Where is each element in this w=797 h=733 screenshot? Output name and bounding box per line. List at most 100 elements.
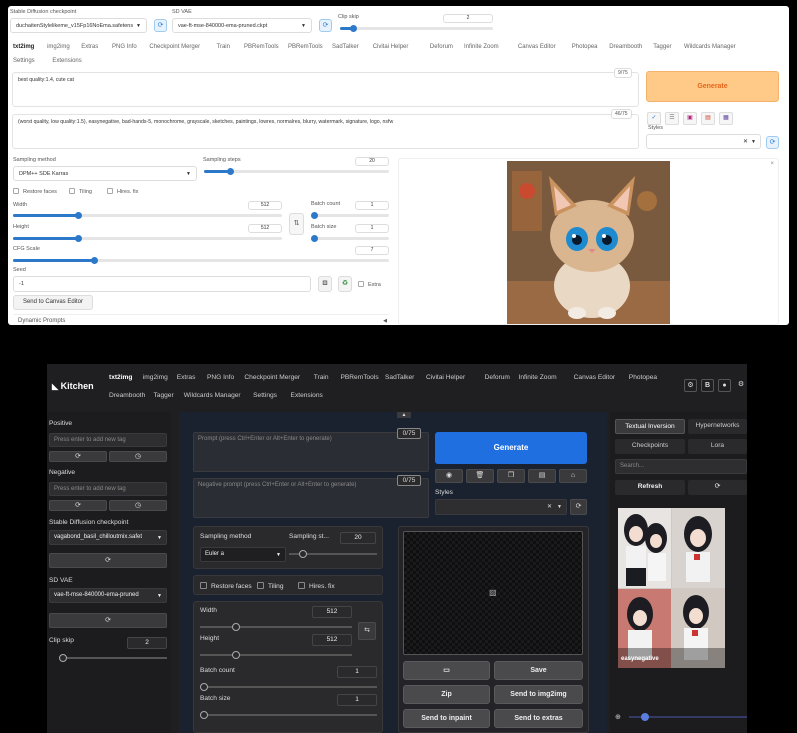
- batch-count-slider[interactable]: [311, 212, 389, 219]
- refresh-positive-button[interactable]: ⟳: [49, 451, 107, 462]
- refresh-button[interactable]: Refresh: [615, 480, 685, 495]
- batch-size-input[interactable]: 1: [355, 224, 389, 233]
- checkpoint-dropdown[interactable]: vagabond_basil_chilloutmix.safet ▼: [49, 530, 167, 545]
- tab-wildcards-manager[interactable]: Wildcards Manager: [684, 44, 736, 50]
- dark-tab-photopea[interactable]: Photopea: [629, 374, 657, 381]
- apply-style-button[interactable]: ▤: [701, 112, 715, 125]
- dark-tab-train[interactable]: Train: [314, 374, 329, 381]
- refresh-styles-button[interactable]: ⟳: [570, 499, 587, 515]
- output-image-placeholder[interactable]: ▨: [403, 531, 583, 655]
- sampling-steps-slider[interactable]: [289, 550, 377, 558]
- dark-tab-img2img[interactable]: img2img: [143, 374, 168, 381]
- trash-button[interactable]: ☰: [665, 112, 679, 125]
- zip-button[interactable]: Zip: [403, 685, 490, 704]
- tab-photopea[interactable]: Photopea: [572, 44, 598, 50]
- refresh-checkpoint-button[interactable]: ⟳: [49, 553, 167, 568]
- send-to-inpaint-button[interactable]: Send to inpaint: [403, 709, 490, 728]
- tab-dreambooth[interactable]: Dreambooth: [609, 44, 642, 50]
- trash-button[interactable]: 🗑: [466, 469, 494, 483]
- clip-skip-slider[interactable]: [59, 654, 167, 662]
- dark-tab-png-info[interactable]: PNG Info: [207, 374, 234, 381]
- width-slider[interactable]: [200, 623, 352, 631]
- sampling-method-dropdown[interactable]: Euler a ▼: [200, 547, 286, 562]
- clip-skip-slider[interactable]: [340, 25, 493, 32]
- prompt-textarea[interactable]: best quality:1.4, cute cat: [12, 72, 639, 107]
- tab-checkpoints[interactable]: Checkpoints: [615, 439, 685, 454]
- styles-dropdown[interactable]: ✕ ▼: [646, 134, 761, 149]
- vae-dropdown[interactable]: vae-ft-mse-840000-ema-pruned.ckpt ▼: [172, 18, 312, 33]
- hires-fix-checkbox[interactable]: Hires. fix: [107, 188, 138, 195]
- height-input[interactable]: 512: [312, 634, 352, 646]
- send-to-extras-button[interactable]: Send to extras: [494, 709, 583, 728]
- hires-fix-checkbox[interactable]: Hires. fix: [298, 582, 335, 590]
- save-button[interactable]: Save: [494, 661, 583, 680]
- positive-tag-input[interactable]: Press enter to add new tag: [49, 433, 167, 447]
- tab-checkpoint-merger[interactable]: Checkpoint Merger: [149, 44, 200, 50]
- collapse-icon[interactable]: ▲: [397, 412, 411, 418]
- tiling-checkbox[interactable]: Tiling: [257, 582, 284, 590]
- send-to-img2img-button[interactable]: Send to img2img: [494, 685, 583, 704]
- width-input[interactable]: 512: [312, 606, 352, 618]
- tab-txt2img[interactable]: txt2img: [13, 44, 34, 50]
- history-positive-button[interactable]: ◷: [109, 451, 167, 462]
- checkpoint-dropdown[interactable]: duchaitenStylelikeme_v15Fp16NoEma.safete…: [10, 18, 147, 33]
- history-negative-button[interactable]: ◷: [109, 500, 167, 511]
- sampling-method-dropdown[interactable]: DPM++ SDE Karras ▼: [13, 166, 197, 181]
- paste-button[interactable]: ✓: [647, 112, 661, 125]
- restore-faces-checkbox[interactable]: Restore faces: [200, 582, 252, 590]
- reload-button[interactable]: ⟳: [688, 480, 747, 495]
- vae-dropdown[interactable]: vae-ft-mse-840000-ema-pruned ▼: [49, 588, 167, 603]
- tab-textual-inversion[interactable]: Textual Inversion: [615, 419, 685, 434]
- tab-png-info[interactable]: PNG Info: [112, 44, 137, 50]
- generate-button[interactable]: Generate: [435, 432, 587, 464]
- dark-tab-settings[interactable]: Settings: [253, 392, 277, 399]
- search-input[interactable]: Search...: [615, 459, 747, 474]
- settings-icon[interactable]: ⚙: [735, 379, 747, 392]
- tab-infinite-zoom[interactable]: Infinite Zoom: [464, 44, 499, 50]
- dark-tab-tagger[interactable]: Tagger: [154, 392, 174, 399]
- swap-dimensions-button[interactable]: ⇆: [358, 622, 376, 640]
- save-style-button[interactable]: ⌂: [559, 469, 587, 483]
- tab-hypernetworks[interactable]: Hypernetworks: [688, 419, 747, 434]
- dark-tab-checkpoint-merger[interactable]: Checkpoint Merger: [244, 374, 300, 381]
- restore-faces-checkbox[interactable]: Restore faces: [13, 188, 57, 195]
- height-slider[interactable]: [200, 651, 352, 659]
- zoom-slider[interactable]: [629, 713, 747, 721]
- apply-style-button[interactable]: ▤: [528, 469, 556, 483]
- batch-size-slider[interactable]: [311, 235, 389, 242]
- dark-tab-deforum[interactable]: Deforum: [485, 374, 510, 381]
- dark-tab-txt2img[interactable]: txt2img: [109, 374, 132, 381]
- refresh-vae-button[interactable]: ⟳: [49, 613, 167, 628]
- clip-skip-input[interactable]: 2: [443, 14, 493, 23]
- height-slider[interactable]: [13, 235, 282, 242]
- gear-icon[interactable]: ⚙: [684, 379, 697, 392]
- dark-tab-canvas-editor[interactable]: Canvas Editor: [574, 374, 615, 381]
- dark-tab-civitai-helper[interactable]: Civitai Helper: [426, 374, 465, 381]
- width-input[interactable]: 512: [248, 201, 282, 210]
- clip-skip-input[interactable]: 2: [127, 637, 167, 649]
- cfg-scale-slider[interactable]: [13, 257, 389, 264]
- clear-icon[interactable]: ✕: [743, 138, 748, 145]
- brand[interactable]: ◣ Kitchen: [52, 381, 94, 391]
- swap-dimensions-button[interactable]: ⇅: [289, 213, 304, 235]
- dark-tab-wildcards-manager[interactable]: Wildcards Manager: [184, 392, 241, 399]
- tab-pbremtools[interactable]: PBRemTools: [244, 44, 279, 50]
- refresh-negative-button[interactable]: ⟳: [49, 500, 107, 511]
- height-input[interactable]: 512: [248, 224, 282, 233]
- close-icon[interactable]: ×: [770, 161, 774, 167]
- dark-tab-dreambooth[interactable]: Dreambooth: [109, 392, 145, 399]
- negative-prompt-textarea[interactable]: Negative prompt (press Ctrl+Enter or Alt…: [193, 478, 429, 518]
- tab-canvas-editor[interactable]: Canvas Editor: [518, 44, 556, 50]
- tab-extras[interactable]: Extras: [81, 44, 98, 50]
- sampling-steps-slider[interactable]: [204, 168, 389, 175]
- send-to-canvas-button[interactable]: Send to Canvas Editor: [13, 295, 93, 310]
- dark-tab-pbremtools[interactable]: PBRemTools: [341, 374, 379, 381]
- tab-img2img[interactable]: img2img: [47, 44, 70, 50]
- tab-extensions[interactable]: Extensions: [52, 58, 81, 64]
- tab-pbremtools[interactable]: PBRemTools: [288, 44, 323, 50]
- dark-tab-sadtalker[interactable]: SadTalker: [385, 374, 414, 381]
- batch-size-slider[interactable]: [200, 711, 377, 719]
- random-seed-button[interactable]: ⚅: [318, 276, 332, 292]
- easynegative-card[interactable]: easynegative: [618, 508, 725, 668]
- tab-lora[interactable]: Lora: [688, 439, 747, 454]
